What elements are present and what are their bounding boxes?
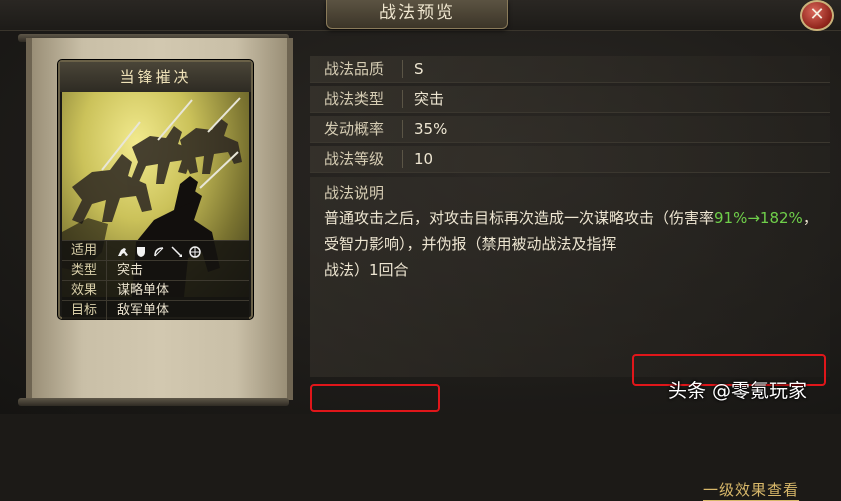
rate-label: 发动概率 — [324, 120, 385, 138]
card-row-value: 敌军单体 — [117, 303, 170, 318]
skill-card: 当锋摧决 适用 类型 突击 效果 谋略单体 目标 敌军单体 — [58, 60, 253, 320]
quality-value: S — [414, 60, 424, 78]
highlight-box-2 — [310, 384, 440, 412]
preview-window: 战法预览 ✕ 当锋摧决 适用 类型 突击 效果 谋略单体 目标 敌军单体 战法品… — [0, 0, 841, 501]
rate-value: 35% — [414, 120, 448, 138]
scroll-bottom-rod — [18, 398, 289, 406]
card-row-applicable: 适用 — [62, 240, 249, 260]
card-row-target: 目标 敌军单体 — [62, 300, 249, 320]
card-row-label: 效果 — [62, 281, 107, 300]
description-highlight1: 禁用被动战法及指挥 — [481, 235, 617, 253]
watermark: 头条 @零氪玩家 — [668, 380, 808, 402]
card-row-effect: 效果 谋略单体 — [62, 280, 249, 300]
divider — [402, 60, 403, 78]
quality-label: 战法品质 — [324, 60, 385, 78]
damage-rate-range: 91%→182% — [714, 209, 803, 227]
level-row: 战法等级 10 — [310, 146, 830, 173]
level-effects-link[interactable]: 一级效果查看 — [703, 479, 800, 501]
quality-row: 战法品质 S — [310, 56, 830, 83]
type-label: 战法类型 — [324, 90, 385, 108]
card-row-label: 类型 — [62, 261, 107, 280]
type-value: 突击 — [414, 90, 445, 108]
skill-details-panel: 战法品质 S 战法类型 突击 发动概率 35% 战法等级 10 战法说明 普通攻… — [310, 50, 830, 501]
card-row-value: 突击 — [117, 263, 144, 278]
card-row-label: 目标 — [62, 301, 107, 320]
card-row-value: 谋略单体 — [117, 283, 170, 298]
description-highlight2: 战法）1回合 — [324, 261, 409, 279]
card-row-type: 类型 突击 — [62, 260, 249, 280]
type-row: 战法类型 突击 — [310, 86, 830, 113]
close-icon: ✕ — [809, 4, 825, 25]
wheel-icon — [189, 245, 201, 258]
divider — [402, 150, 403, 168]
description-title: 战法说明 — [324, 184, 385, 202]
cavalry-icon — [117, 245, 129, 257]
divider — [402, 90, 403, 108]
description-part1: 普通攻击之后，对攻击目标再次造成一次谋略攻击（伤害率 — [324, 209, 715, 227]
rate-row: 发动概率 35% — [310, 116, 830, 143]
troop-type-icons — [107, 241, 201, 260]
skill-card-info: 适用 类型 突击 效果 谋略单体 目标 敌军单体 — [62, 240, 249, 320]
divider — [402, 120, 403, 138]
card-row-label: 适用 — [62, 241, 107, 260]
close-button[interactable]: ✕ — [800, 0, 834, 31]
bow-icon — [153, 245, 165, 257]
shield-icon — [135, 245, 147, 257]
level-label: 战法等级 — [324, 150, 385, 168]
description-box: 战法说明 普通攻击之后，对攻击目标再次造成一次谋略攻击（伤害率91%→182%，… — [310, 177, 830, 501]
window-title: 战法预览 — [326, 0, 508, 29]
spear-icon — [171, 245, 183, 257]
level-value: 10 — [414, 150, 434, 168]
description-text: 普通攻击之后，对攻击目标再次造成一次谋略攻击（伤害率91%→182%，受智力影响… — [324, 205, 824, 283]
skill-card-title: 当锋摧决 — [60, 62, 251, 92]
